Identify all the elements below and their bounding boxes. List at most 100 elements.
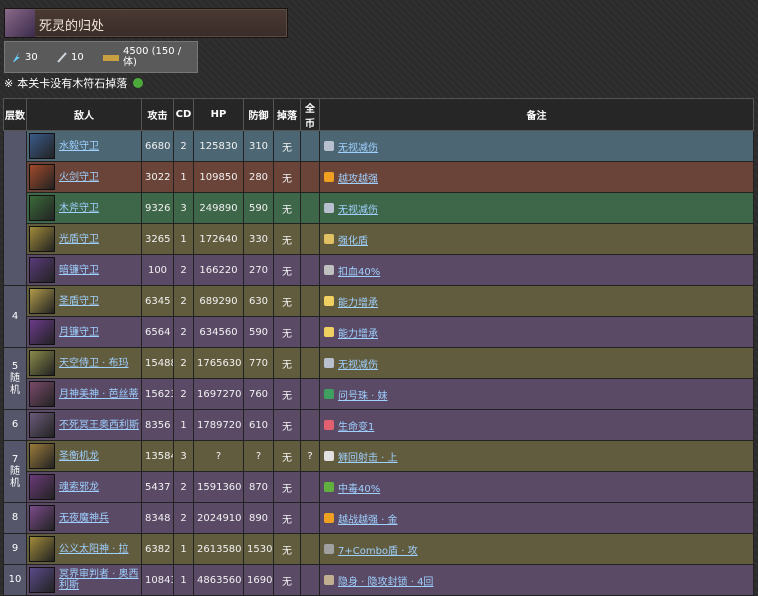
note-link[interactable]: 能力增承 <box>338 294 378 309</box>
note-link[interactable]: 问号珠 · 妹 <box>338 387 388 402</box>
note-link[interactable]: 无视减伤 <box>338 201 378 216</box>
stage-title-bar: 死灵的归处 <box>4 8 288 38</box>
defense-value: 590 <box>243 192 274 224</box>
cd-value: 1 <box>173 223 194 255</box>
enemy-avatar[interactable] <box>29 567 55 593</box>
note-link[interactable]: 狮回射击 · 上 <box>338 449 398 464</box>
enemy-cell: 水毅守卫 <box>26 130 142 162</box>
defense-value: 280 <box>243 161 274 193</box>
note-link[interactable]: 隐身 · 隐攻封锁 · 4回 <box>338 573 433 588</box>
enemy-avatar[interactable] <box>29 319 55 345</box>
note-link[interactable]: 中毒40% <box>338 480 380 495</box>
enemy-name-link[interactable]: 火剑守卫 <box>59 172 99 183</box>
cd-value: 2 <box>173 378 194 410</box>
coin-value <box>300 130 320 162</box>
power-icon <box>324 296 334 306</box>
enemy-avatar[interactable] <box>29 505 55 531</box>
note-link[interactable]: 无视减伤 <box>338 139 378 154</box>
hp-value: 109850 <box>193 161 244 193</box>
enemy-avatar[interactable] <box>29 164 55 190</box>
coin-value <box>300 223 320 255</box>
col-enemy: 敌人 <box>26 98 142 131</box>
enemy-avatar[interactable] <box>29 226 55 252</box>
table-row: 7 随机圣衡机龙135843??无?狮回射击 · 上 <box>3 440 754 503</box>
hp-value: ? <box>193 440 244 472</box>
defense-value: 1530 <box>243 533 274 565</box>
drop-value: 无 <box>273 223 301 255</box>
enemy-name-link[interactable]: 无夜魔神兵 <box>59 513 109 524</box>
power-icon <box>324 327 334 337</box>
enemy-name-link[interactable]: 魂索邪龙 <box>59 482 99 493</box>
note-cell: 强化盾 <box>319 223 754 255</box>
enemy-cell: 暗镰守卫 <box>26 254 142 286</box>
attack-value: 5437 <box>141 471 174 503</box>
enemy-name-link[interactable]: 圣盾守卫 <box>59 296 99 307</box>
enemy-avatar[interactable] <box>29 412 55 438</box>
cd-value: 1 <box>173 564 194 596</box>
drop-value: 无 <box>273 440 301 472</box>
enemy-avatar[interactable] <box>29 536 55 562</box>
floor-cell: 6 <box>3 409 27 441</box>
note-cell: 扣血40% <box>319 254 754 286</box>
attack-value: 6345 <box>141 285 174 317</box>
table-row: 水毅守卫 6680 2 125830 310 无无视减伤 <box>3 130 754 286</box>
enemy-avatar[interactable] <box>29 443 55 469</box>
coin-value: ? <box>300 440 320 472</box>
poison-icon <box>324 482 334 492</box>
stage-stats: 30 10 4500 (150 / 体) <box>4 41 198 73</box>
enemy-cell: 冥界审判者 · 奥西利斯 <box>26 564 142 596</box>
enemy-avatar[interactable] <box>29 133 55 159</box>
fire-icon <box>324 172 334 182</box>
note-link[interactable]: 能力增承 <box>338 325 378 340</box>
attack-value: 10843 <box>141 564 174 596</box>
enemy-name-link[interactable]: 月镰守卫 <box>59 327 99 338</box>
enemy-name-link[interactable]: 不死冥王奥西利斯 <box>59 420 139 431</box>
attack-value: 15488 <box>141 347 174 379</box>
enemy-name-link[interactable]: 光盾守卫 <box>59 234 99 245</box>
enemy-name-link[interactable]: 月神美神 · 芭丝蒂 <box>59 389 139 400</box>
note-link[interactable]: 7+Combo盾 · 攻 <box>338 542 418 557</box>
drop-value: 无 <box>273 130 301 162</box>
enemy-name-link[interactable]: 暗镰守卫 <box>59 265 99 276</box>
enemy-name-link[interactable]: 冥界审判者 · 奥西利斯 <box>59 569 139 591</box>
enemy-avatar[interactable] <box>29 350 55 376</box>
cd-value: 3 <box>173 440 194 472</box>
asterisk-icon: ※ <box>4 76 14 90</box>
note-link[interactable]: 强化盾 <box>338 232 368 247</box>
cd-value: 2 <box>173 502 194 534</box>
col-floor: 层数 <box>3 98 27 131</box>
enemy-name-link[interactable]: 公义太阳神 · 拉 <box>59 544 129 555</box>
attack-value: 3022 <box>141 161 174 193</box>
note-cell: 无视减伤 <box>319 347 754 379</box>
note-link[interactable]: 扣血40% <box>338 263 380 278</box>
coin-value <box>300 347 320 379</box>
col-cd: CD <box>173 98 194 131</box>
enemy-cell: 无夜魔神兵 <box>26 502 142 534</box>
heart-icon <box>324 420 334 430</box>
notice-text: 本关卡没有木符石掉落 <box>17 77 128 90</box>
drop-value: 无 <box>273 192 301 224</box>
note-cell: 生命变1 <box>319 409 754 441</box>
note-link[interactable]: 生命变1 <box>338 418 374 433</box>
defense-value: 630 <box>243 285 274 317</box>
enemy-avatar[interactable] <box>29 195 55 221</box>
enemy-name-link[interactable]: 水毅守卫 <box>59 141 99 152</box>
coin-value <box>300 502 320 534</box>
defense-value: 610 <box>243 409 274 441</box>
enemy-name-link[interactable]: 天空侍卫 · 布玛 <box>59 358 129 369</box>
enemy-avatar[interactable] <box>29 474 55 500</box>
attack-value: 3265 <box>141 223 174 255</box>
enemy-avatar[interactable] <box>29 381 55 407</box>
enemy-avatar[interactable] <box>29 288 55 314</box>
note-cell: 能力增承 <box>319 316 754 348</box>
enemy-name-link[interactable]: 圣衡机龙 <box>59 451 99 462</box>
note-link[interactable]: 无视减伤 <box>338 356 378 371</box>
note-link[interactable]: 越攻越强 <box>338 170 378 185</box>
floor-cell <box>3 130 27 286</box>
cd-value: 2 <box>173 254 194 286</box>
note-link[interactable]: 越战越强 · 金 <box>338 511 398 526</box>
enemy-avatar[interactable] <box>29 257 55 283</box>
table-row: 9 公义太阳神 · 拉 6382 1 2613580 1530 无 7+Combo盾 · 攻 <box>3 533 754 565</box>
enemy-name-link[interactable]: 木斧守卫 <box>59 203 99 214</box>
cd-value: 2 <box>173 285 194 317</box>
